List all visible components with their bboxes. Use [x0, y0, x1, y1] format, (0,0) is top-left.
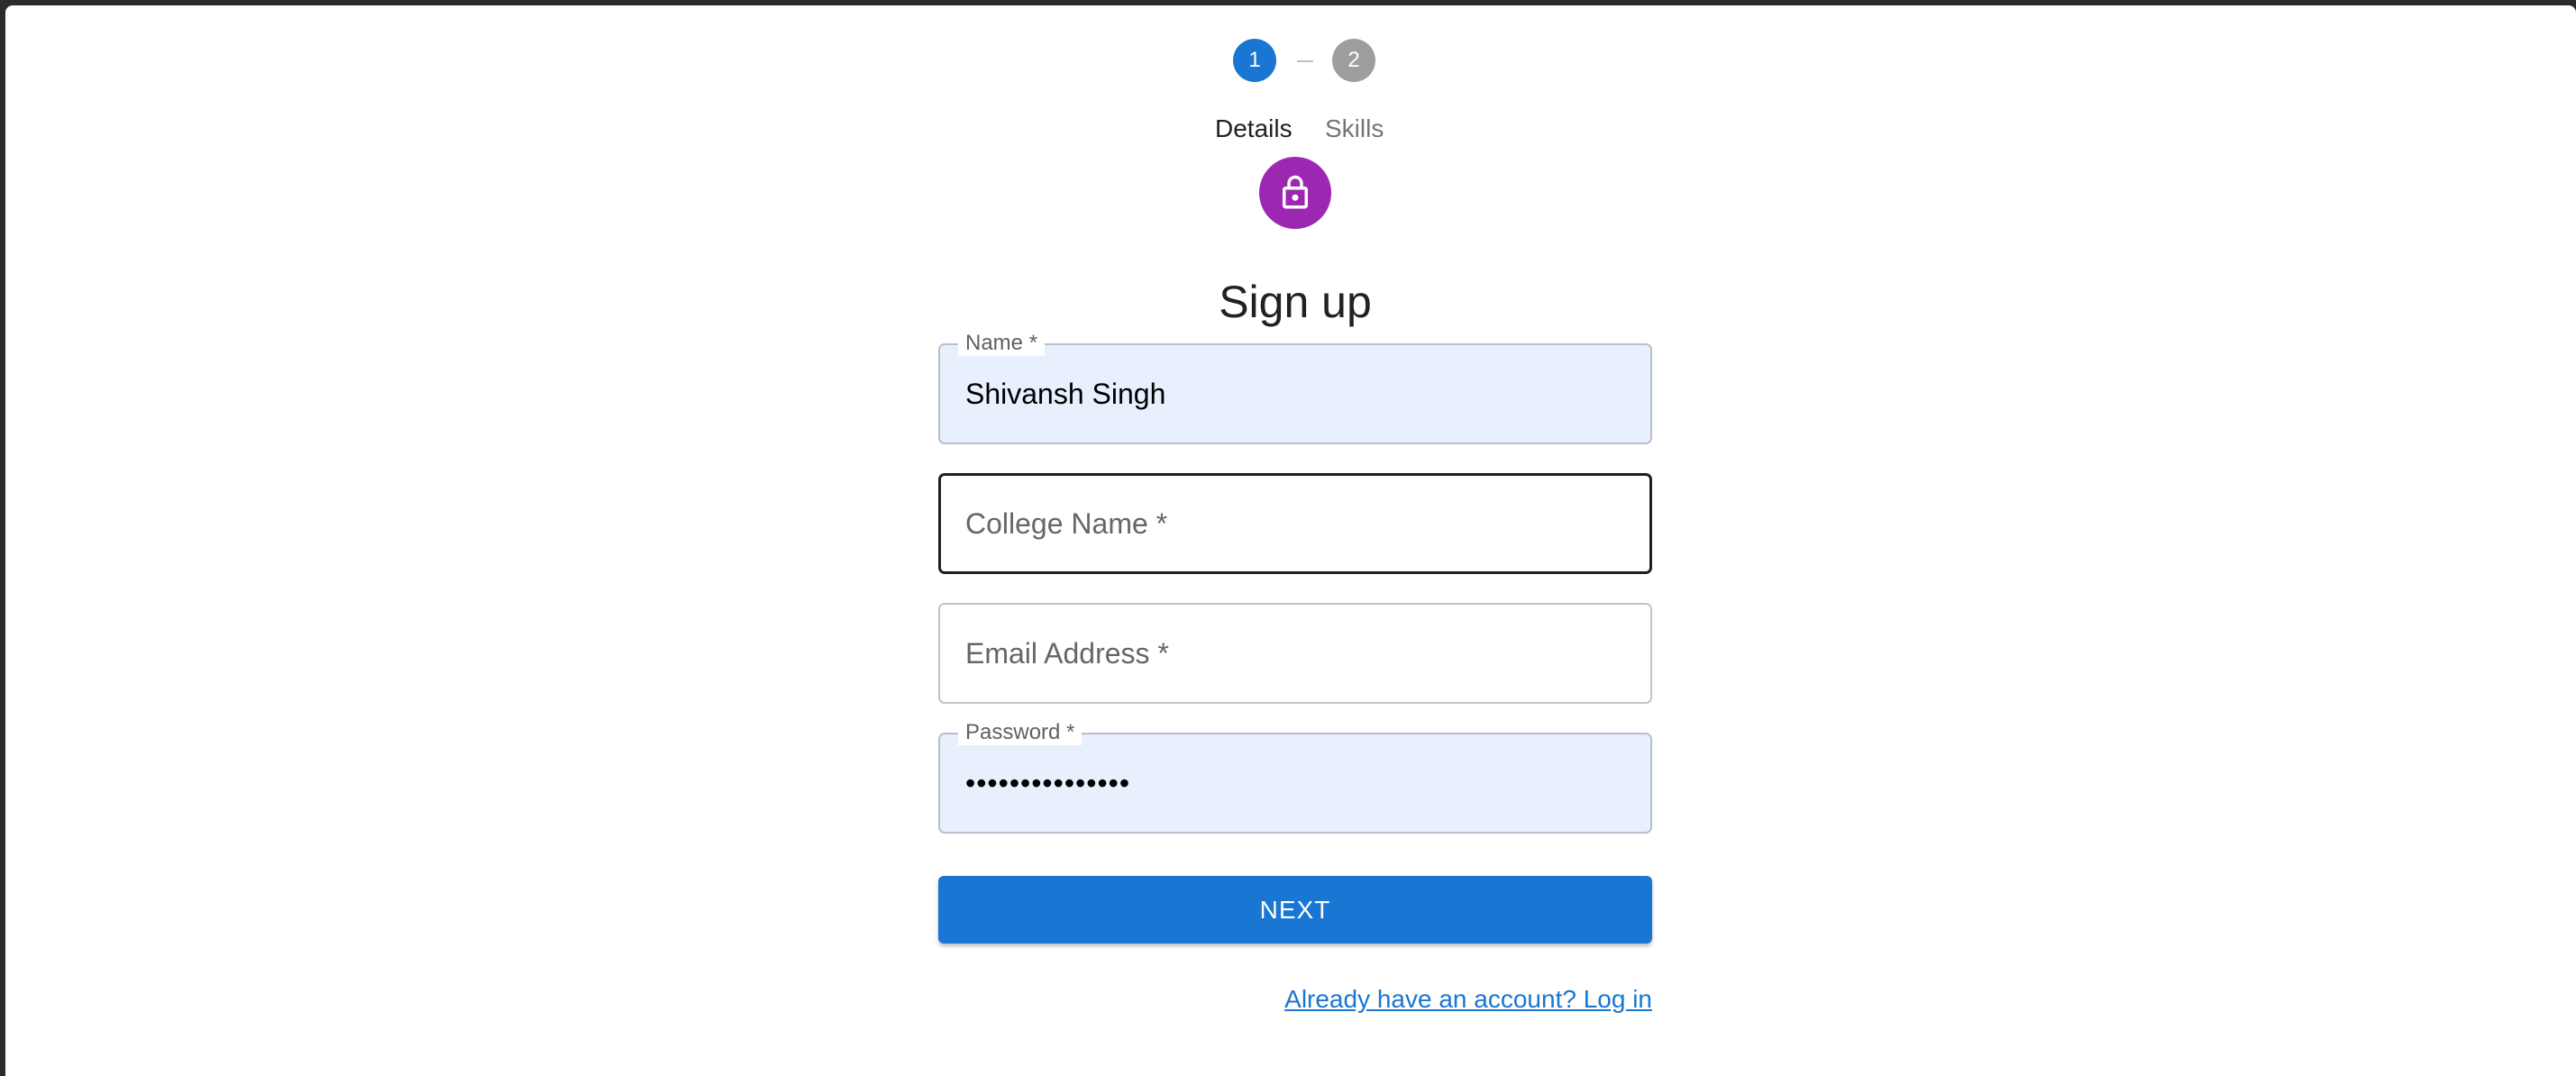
email-field[interactable]: Email Address * [938, 603, 1652, 704]
step-1-indicator: 1 [1233, 39, 1276, 82]
login-link[interactable]: Already have an account? Log in [1283, 984, 1652, 1015]
app-window: 1 2 Details Skills Sign up Name * Shivan… [5, 5, 2576, 1076]
step-2-indicator: 2 [1332, 39, 1375, 82]
signup-stepper: 1 2 Details Skills [1177, 32, 1430, 150]
step-1-label: Details [1215, 114, 1293, 142]
email-placeholder: Email Address * [965, 637, 1169, 670]
step-2-label: Skills [1325, 114, 1384, 142]
name-field[interactable]: Name * Shivansh Singh [938, 331, 1652, 444]
name-field-value: Shivansh Singh [965, 378, 1166, 410]
name-field-label: Name * [958, 331, 1046, 356]
lock-icon [1283, 175, 1308, 209]
college-name-placeholder: College Name * [965, 507, 1168, 540]
next-button[interactable]: NEXT [938, 876, 1652, 944]
avatar [1259, 157, 1331, 229]
step-connector [1297, 60, 1313, 62]
college-name-field[interactable]: College Name * [938, 473, 1652, 574]
password-field-value: ••••••••••••••• [965, 767, 1131, 799]
password-field[interactable]: Password * ••••••••••••••• [938, 720, 1652, 834]
password-field-label: Password * [958, 720, 1082, 745]
page-title: Sign up [1219, 276, 1372, 327]
